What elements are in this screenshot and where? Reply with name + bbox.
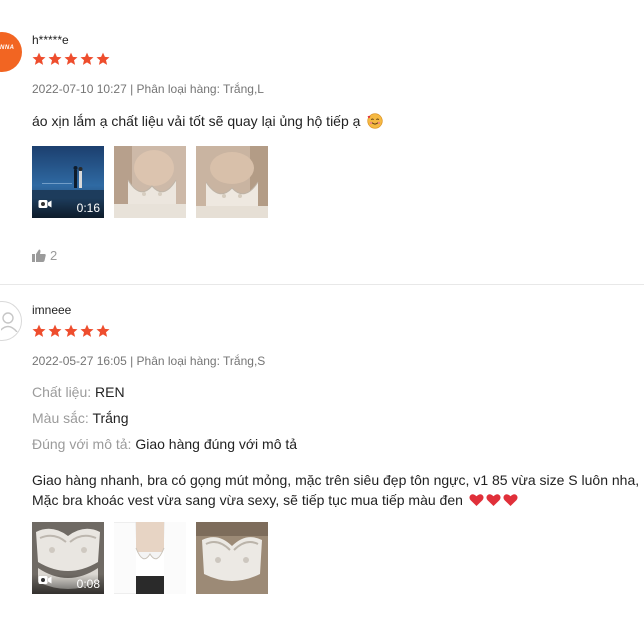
review-image[interactable]	[196, 522, 268, 594]
thumbs-up-icon	[32, 249, 46, 262]
like-button[interactable]: 2	[32, 248, 57, 263]
attribute-color: Màu sắc: Trắng	[32, 408, 129, 428]
review-image[interactable]	[196, 146, 268, 218]
review-comment-line-1: Giao hàng nhanh, bra có gọng mút mỏng, m…	[32, 472, 640, 488]
attribute-value: Trắng	[92, 410, 129, 426]
attribute-key: Chất liệu:	[32, 384, 92, 400]
bra-with-jacket-photo	[114, 522, 186, 594]
smiling-face-with-hearts-icon	[367, 113, 383, 134]
star-icon	[64, 52, 78, 66]
attribute-key: Đúng với mô tả:	[32, 436, 132, 452]
star-icon	[48, 52, 62, 66]
review-comment-line-2-text: Mặc bra khoác vest vừa sang vừa sexy, sẽ…	[32, 492, 463, 508]
attribute-value: Giao hàng đúng với mô tả	[135, 436, 298, 452]
review-2: imneee 2022-05-27 16:05 | Phân loại hàng…	[0, 285, 644, 644]
lace-bra-photo	[196, 522, 268, 594]
attribute-accuracy: Đúng với mô tả: Giao hàng đúng với mô tả	[32, 434, 297, 454]
review-comment-text: áo xịn lắm ạ chất liệu vải tốt sẽ quay l…	[32, 113, 361, 129]
red-heart-icon	[469, 492, 484, 512]
star-icon	[96, 52, 110, 66]
review-comment: Giao hàng nhanh, bra có gọng mút mỏng, m…	[32, 470, 644, 512]
review-username: h*****e	[32, 33, 69, 47]
star-icon	[80, 324, 94, 338]
rating-stars	[32, 52, 112, 66]
video-thumbnail[interactable]: 0:08	[32, 522, 104, 594]
star-icon	[64, 324, 78, 338]
video-duration: 0:16	[76, 201, 100, 215]
review-meta: 2022-07-10 10:27 | Phân loại hàng: Trắng…	[32, 82, 264, 96]
review-username: imneee	[32, 303, 72, 317]
red-heart-icon	[486, 492, 501, 512]
video-thumbnail[interactable]: 0:16	[32, 146, 104, 218]
star-icon	[32, 324, 46, 338]
user-avatar[interactable]	[0, 301, 22, 341]
video-duration: 0:08	[76, 577, 100, 591]
review-meta: 2022-05-27 16:05 | Phân loại hàng: Trắng…	[32, 354, 266, 368]
review-image[interactable]	[114, 522, 186, 594]
review-media: 0:16	[32, 146, 272, 218]
star-icon	[32, 52, 46, 66]
rating-stars	[32, 324, 112, 338]
star-icon	[96, 324, 110, 338]
attribute-value: REN	[95, 384, 125, 400]
avatar-logo-text: NNA	[0, 45, 15, 51]
attribute-key: Màu sắc:	[32, 410, 89, 426]
default-user-icon	[1, 312, 18, 332]
like-count: 2	[50, 248, 58, 263]
review-media: 0:08	[32, 522, 272, 594]
star-icon	[80, 52, 94, 66]
video-camera-icon	[38, 196, 52, 214]
lace-bra-photo	[196, 146, 268, 218]
attribute-material: Chất liệu: REN	[32, 382, 125, 402]
review-image[interactable]	[114, 146, 186, 218]
review-comment-line-2: Mặc bra khoác vest vừa sang vừa sexy, sẽ…	[32, 490, 644, 512]
user-avatar[interactable]: NNA	[0, 32, 22, 72]
star-icon	[48, 324, 62, 338]
review-comment: áo xịn lắm ạ chất liệu vải tốt sẽ quay l…	[32, 111, 383, 134]
red-heart-icon	[503, 492, 518, 512]
lace-bra-photo	[114, 146, 186, 218]
review-1: NNA h*****e 2022-07-10 10:27 | Phân loại…	[0, 0, 644, 284]
video-camera-icon	[38, 572, 52, 590]
